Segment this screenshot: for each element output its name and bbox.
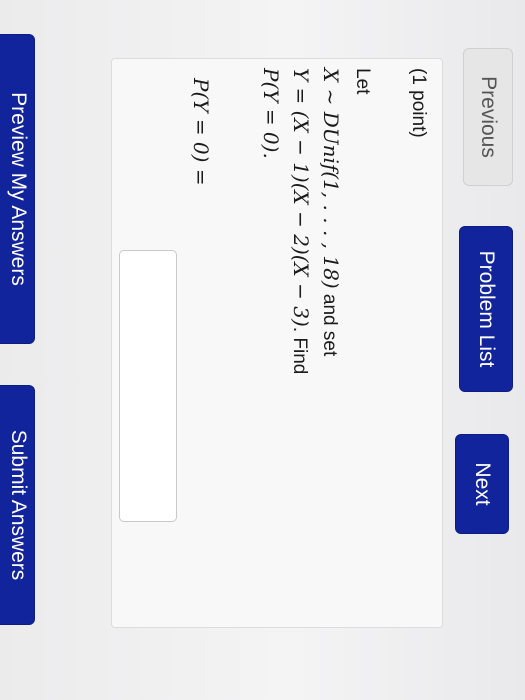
problem-page: Previous Problem List Next (1 point) Let… (0, 0, 525, 700)
points-label: (1 point) (408, 68, 429, 138)
answer-input[interactable] (119, 250, 177, 522)
intro-word: Let (352, 68, 373, 95)
target-probability: P(Y = 0). (259, 68, 283, 159)
answer-prompt: P(Y = 0) = (189, 78, 213, 186)
find-text: . Find (289, 326, 310, 375)
y-definition-expression: Y = (X − 1)(X − 2)(X − 3) (289, 68, 313, 327)
x-definition-line: X ~ DUnif(1, . . . , 18) and set (318, 68, 343, 356)
submit-answers-button[interactable]: Submit Answers (0, 385, 35, 625)
next-button[interactable]: Next (455, 434, 509, 534)
and-set-text: and set (319, 288, 340, 357)
previous-button[interactable]: Previous (463, 48, 513, 186)
y-definition-line: Y = (X − 1)(X − 2)(X − 3). Find (288, 68, 313, 374)
preview-my-answers-button[interactable]: Preview My Answers (0, 34, 35, 344)
x-distribution-expression: X ~ DUnif(1, . . . , 18) (319, 68, 343, 289)
problem-list-button[interactable]: Problem List (459, 226, 513, 392)
